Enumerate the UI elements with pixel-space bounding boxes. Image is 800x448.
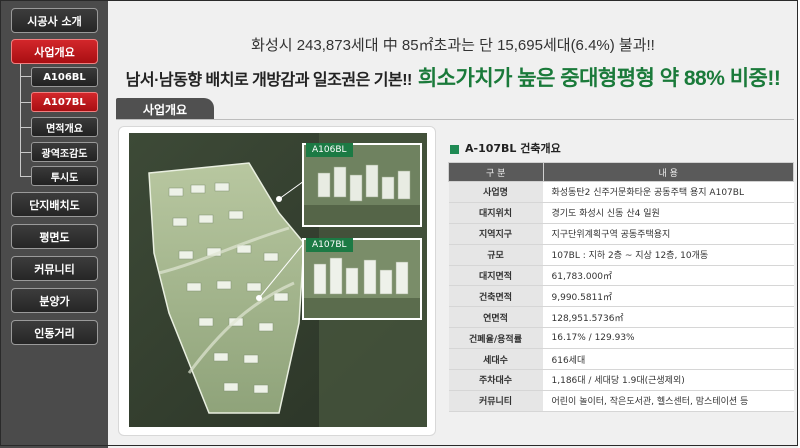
outer-frame	[0, 0, 798, 446]
